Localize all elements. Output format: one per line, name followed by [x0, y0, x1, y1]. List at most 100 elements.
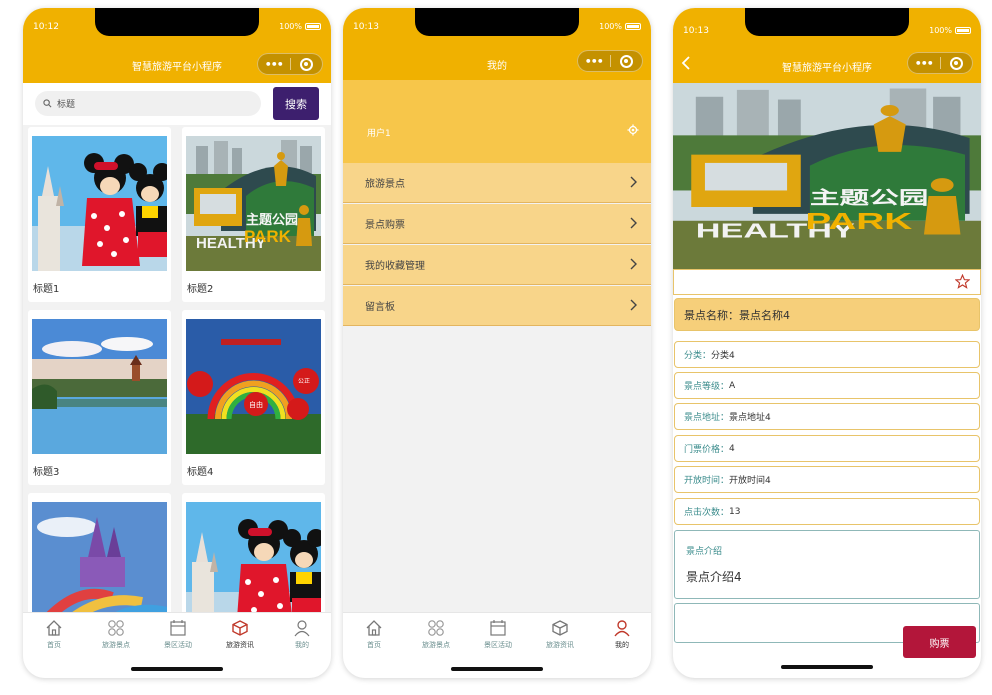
- spot-name-row: 景点名称： 景点名称4: [674, 298, 980, 331]
- spot-title: 标题2: [187, 284, 214, 295]
- user-icon: [614, 620, 630, 637]
- search-bar: 标题 搜索: [23, 83, 331, 125]
- favorite-row: [673, 269, 981, 295]
- username: 用户1: [367, 129, 391, 139]
- info-value: 开放时间4: [729, 476, 771, 486]
- tab-activities[interactable]: 景区活动: [147, 619, 209, 650]
- info-row-clicks: 点击次数： 13: [674, 498, 980, 525]
- tab-news[interactable]: 旅游资讯: [209, 619, 271, 650]
- chevron-right-icon: [630, 299, 637, 311]
- intro-label: 景点介绍: [686, 547, 723, 557]
- tab-mine[interactable]: 我的: [271, 619, 331, 650]
- close-target-icon[interactable]: [290, 57, 322, 71]
- spot-card[interactable]: 标题2: [182, 127, 325, 302]
- battery-indicator: 100%: [929, 26, 971, 35]
- spot-title: 标题1: [33, 284, 60, 295]
- phone-home: 10:12 100% 智慧旅游平台小程序 ••• 标题 搜索 标题1 标题2 标…: [23, 8, 331, 678]
- star-icon[interactable]: [955, 274, 970, 289]
- tab-mine[interactable]: 我的: [591, 619, 651, 650]
- info-value: 13: [729, 506, 741, 517]
- info-key: 景点地址：: [684, 413, 730, 423]
- chevron-right-icon: [630, 217, 637, 229]
- info-key: 分类：: [684, 351, 712, 361]
- search-placeholder: 标题: [57, 100, 76, 110]
- spot-name-value: 景点名称4: [739, 308, 790, 322]
- tab-label: 旅游景点: [102, 641, 130, 649]
- battery-indicator: 100%: [599, 22, 641, 31]
- gear-icon[interactable]: [627, 124, 639, 136]
- chevron-right-icon: [630, 176, 637, 188]
- cube-icon: [232, 620, 248, 636]
- search-button[interactable]: 搜索: [273, 87, 319, 120]
- camera-notch: [95, 8, 259, 36]
- more-icon[interactable]: •••: [578, 55, 610, 68]
- menu-label: 旅游景点: [365, 179, 405, 190]
- tab-label: 旅游景点: [422, 641, 450, 649]
- battery-icon: [305, 23, 321, 30]
- menu-item-spots[interactable]: 旅游景点: [343, 163, 651, 203]
- intro-box: 景点介绍 景点介绍4: [674, 530, 980, 599]
- info-key: 门票价格：: [684, 445, 730, 455]
- cube-icon: [552, 620, 568, 636]
- spot-image: [32, 136, 167, 271]
- menu-label: 我的收藏管理: [365, 261, 425, 272]
- menu-label: 留言板: [365, 302, 395, 313]
- info-value: 分类4: [711, 351, 735, 361]
- menu-label: 景点购票: [365, 220, 405, 231]
- tab-label: 景区活动: [484, 641, 512, 649]
- info-key: 景点等级：: [684, 382, 730, 392]
- info-value: 景点地址4: [729, 413, 771, 423]
- status-time: 10:13: [353, 22, 379, 32]
- tab-home[interactable]: 首页: [23, 619, 85, 650]
- menu-item-favorites[interactable]: 我的收藏管理: [343, 245, 651, 285]
- camera-notch: [745, 8, 909, 36]
- intro-text: 景点介绍4: [686, 570, 742, 584]
- spot-hero-image: [673, 83, 981, 269]
- tab-home[interactable]: 首页: [343, 619, 405, 650]
- tab-activities[interactable]: 景区活动: [467, 619, 529, 650]
- spot-card[interactable]: 标题3: [28, 310, 171, 485]
- close-target-icon[interactable]: [610, 54, 642, 68]
- status-time: 10:12: [33, 22, 59, 32]
- more-icon[interactable]: •••: [908, 57, 940, 70]
- info-row-category: 分类： 分类4: [674, 341, 980, 368]
- info-row-address: 景点地址： 景点地址4: [674, 403, 980, 430]
- grid-icon: [428, 620, 444, 636]
- more-icon[interactable]: •••: [258, 58, 290, 71]
- info-value: A: [729, 380, 736, 391]
- camera-notch: [415, 8, 579, 36]
- tab-label: 我的: [615, 641, 629, 649]
- spot-card[interactable]: 标题1: [28, 127, 171, 302]
- tab-spots[interactable]: 旅游景点: [405, 619, 467, 650]
- info-row-hours: 开放时间： 开放时间4: [674, 466, 980, 493]
- battery-icon: [625, 23, 641, 30]
- search-input[interactable]: 标题: [35, 91, 261, 116]
- home-indicator: [131, 667, 223, 671]
- tab-label: 景区活动: [164, 641, 192, 649]
- menu-item-tickets[interactable]: 景点购票: [343, 204, 651, 244]
- spot-image: [186, 319, 321, 454]
- phone-detail: 10:13 100% 智慧旅游平台小程序 ••• 景点名称： 景点名称4 分类：…: [673, 8, 981, 678]
- capsule-menu[interactable]: •••: [577, 50, 643, 72]
- capsule-menu[interactable]: •••: [907, 52, 973, 74]
- spot-card[interactable]: 标题4: [182, 310, 325, 485]
- buy-ticket-button[interactable]: 购票: [903, 626, 976, 658]
- tab-bar: 首页 旅游景点 景区活动 旅游资讯 我的: [23, 612, 331, 678]
- grid-icon: [108, 620, 124, 636]
- spot-name-label: 景点名称：: [684, 308, 739, 322]
- tab-label: 旅游资讯: [546, 641, 574, 649]
- spot-title: 标题4: [187, 467, 214, 478]
- tab-news[interactable]: 旅游资讯: [529, 619, 591, 650]
- close-target-icon[interactable]: [940, 56, 972, 70]
- tab-bar: 首页 旅游景点 景区活动 旅游资讯 我的: [343, 612, 651, 678]
- home-icon: [366, 620, 382, 636]
- spot-title: 标题3: [33, 467, 60, 478]
- calendar-icon: [490, 620, 506, 636]
- capsule-menu[interactable]: •••: [257, 53, 323, 75]
- info-key: 点击次数：: [684, 508, 730, 518]
- tab-label: 旅游资讯: [226, 641, 254, 649]
- tab-spots[interactable]: 旅游景点: [85, 619, 147, 650]
- tab-label: 我的: [295, 641, 309, 649]
- chevron-right-icon: [630, 258, 637, 270]
- menu-item-messages[interactable]: 留言板: [343, 286, 651, 326]
